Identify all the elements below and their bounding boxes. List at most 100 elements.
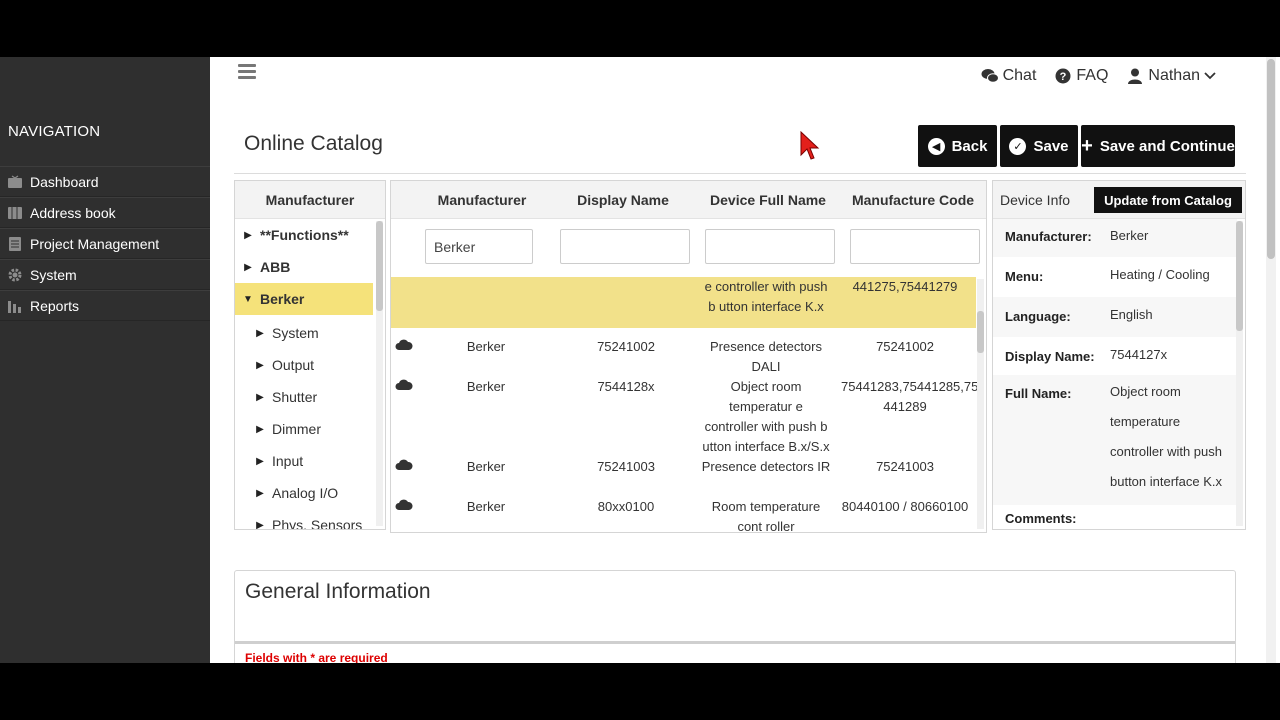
info-row-full-name: Full Name: Object room temperature contr… (993, 375, 1237, 505)
table-row[interactable]: Berker 75241002 Presence detectors DALI … (391, 337, 976, 377)
cell-code: 75441283,75441285,75 441289 (841, 379, 979, 414)
info-key: Full Name: (1005, 386, 1072, 401)
info-key: Menu: (1005, 269, 1044, 284)
catalog-grid-panel: Manufacturer Display Name Device Full Na… (390, 180, 987, 533)
caret-down-icon: ▼ (243, 293, 253, 305)
chat-label: Chat (1002, 67, 1037, 84)
user-name: Nathan (1148, 67, 1200, 84)
cell-full-name: Presence detectors IR (701, 459, 831, 474)
sidebar-item-label: Dashboard (30, 173, 99, 190)
caret-right-icon: ▶ (256, 359, 264, 371)
sidebar-item-label: System (30, 266, 77, 283)
column-header-manufacturer[interactable]: Manufacturer (429, 192, 535, 208)
address-book-icon (6, 205, 24, 221)
save-button[interactable]: ✓ Save (1000, 125, 1078, 167)
tree-item-phys-sensors[interactable]: ▶ Phys. Sensors (235, 509, 373, 529)
sidebar-item-system[interactable]: System (0, 259, 210, 290)
cloud-icon (395, 379, 413, 390)
cell-manufacturer: Berker (466, 459, 506, 474)
cell-full-name: Room temperature cont roller (711, 499, 821, 533)
tree-item-label: **Functions** (260, 227, 349, 243)
tree-item-berker[interactable]: ▼ Berker (235, 283, 373, 315)
sidebar-item-label: Address book (30, 204, 116, 221)
back-label: Back (951, 137, 988, 155)
page-scrollbar[interactable] (1266, 57, 1276, 663)
tree-item-label: Analog I/O (272, 485, 339, 501)
table-row[interactable]: Berker 75241003 Presence detectors IR 75… (391, 457, 976, 497)
column-header-code[interactable]: Manufacture Code (851, 192, 975, 208)
cell-display-name: 80xx0100 (597, 499, 655, 514)
table-row[interactable]: Berker 80xx0100 Room temperature cont ro… (391, 497, 976, 533)
info-row-comments: Comments: (993, 505, 1237, 529)
column-header-display-name[interactable]: Display Name (563, 192, 683, 208)
sidebar-item-project-management[interactable]: Project Management (0, 228, 210, 259)
cell-full-name: Presence detectors DALI (709, 339, 822, 374)
grid-scrollbar-thumb[interactable] (977, 311, 984, 353)
sidebar-item-dashboard[interactable]: Dashboard (0, 166, 210, 197)
code-filter-input[interactable] (850, 229, 980, 264)
page-title: Online Catalog (244, 132, 383, 155)
tree-item-label: Output (272, 357, 315, 373)
tree-item-label: Input (272, 453, 304, 469)
save-and-continue-button[interactable]: + Save and Continue (1081, 125, 1235, 167)
device-info-scrollbar-thumb[interactable] (1236, 221, 1243, 331)
caret-right-icon: ▶ (256, 487, 264, 499)
display-name-filter-input[interactable] (560, 229, 690, 264)
info-value: English (1110, 307, 1153, 322)
tree-item-output[interactable]: ▶ Output (235, 349, 373, 381)
cloud-icon (395, 339, 413, 350)
main-content: Chat ? FAQ Nathan Online Catalog ◀ Back … (210, 57, 1280, 663)
arrow-left-icon: ◀ (927, 137, 945, 155)
info-value: Heating / Cooling (1110, 267, 1210, 282)
tree-item-dimmer[interactable]: ▶ Dimmer (235, 413, 373, 445)
cell-code: 75241003 (876, 459, 934, 474)
tv-icon (6, 174, 24, 190)
device-info-title: Device Info (1000, 192, 1071, 208)
top-navigation: Chat ? FAQ Nathan (981, 67, 1216, 85)
manufacturer-tree-panel: Manufacturer ▶ **Functions** ▶ ABB ▼ Ber… (234, 180, 386, 530)
tree-item-label: Dimmer (272, 421, 321, 437)
svg-text:?: ? (1060, 71, 1067, 83)
cell-full-name: Object room temperatur e controller with… (702, 379, 830, 454)
faq-link[interactable]: ? FAQ (1054, 67, 1108, 85)
update-from-catalog-button[interactable]: Update from Catalog (1094, 187, 1242, 213)
letterbox-bottom (0, 663, 1280, 720)
tree-item-functions[interactable]: ▶ **Functions** (235, 219, 373, 251)
plus-icon: + (1081, 135, 1093, 157)
save-continue-label: Save and Continue (1099, 137, 1235, 155)
manufacturer-filter-input[interactable] (425, 229, 533, 264)
cell-display-name: 75241003 (597, 459, 655, 474)
cloud-icon (395, 499, 413, 510)
sidebar-item-address-book[interactable]: Address book (0, 197, 210, 228)
nav-list: Dashboard Address book Project Managemen… (0, 166, 210, 321)
bar-chart-icon (6, 298, 24, 314)
back-button[interactable]: ◀ Back (918, 125, 997, 167)
tree-item-label: Berker (260, 291, 305, 307)
info-row-language: Language: English (993, 297, 1237, 337)
column-header-full-name[interactable]: Device Full Name (705, 192, 831, 208)
full-name-filter-input[interactable] (705, 229, 835, 264)
caret-right-icon: ▶ (244, 229, 252, 241)
user-menu[interactable]: Nathan (1126, 67, 1216, 85)
save-label: Save (1033, 137, 1069, 155)
cell-code: 80440100 / 80660100 (841, 499, 969, 514)
chat-link[interactable]: Chat (981, 67, 1037, 85)
table-row[interactable]: e controller with push b utton interface… (391, 277, 976, 328)
cell-manufacturer: Berker (466, 499, 506, 514)
info-value: Berker (1110, 228, 1149, 243)
tree-item-system[interactable]: ▶ System (235, 317, 373, 349)
tree-body: ▶ **Functions** ▶ ABB ▼ Berker ▶ System … (235, 219, 385, 529)
sidebar-item-reports[interactable]: Reports (0, 290, 210, 321)
info-row-menu: Menu: Heating / Cooling (993, 257, 1237, 297)
tree-item-shutter[interactable]: ▶ Shutter (235, 381, 373, 413)
tree-item-input[interactable]: ▶ Input (235, 445, 373, 477)
menu-toggle-icon[interactable] (238, 64, 256, 80)
general-information-title: General Information (245, 580, 431, 603)
page-scrollbar-thumb[interactable] (1267, 59, 1275, 259)
info-key: Language: (1005, 309, 1071, 324)
tree-item-analog-io[interactable]: ▶ Analog I/O (235, 477, 373, 509)
table-row[interactable]: Berker 7544128x Object room temperatur e… (391, 377, 979, 457)
cell-manufacturer: Berker (466, 339, 506, 354)
tree-scrollbar-thumb[interactable] (376, 221, 383, 311)
tree-item-abb[interactable]: ▶ ABB (235, 251, 373, 283)
